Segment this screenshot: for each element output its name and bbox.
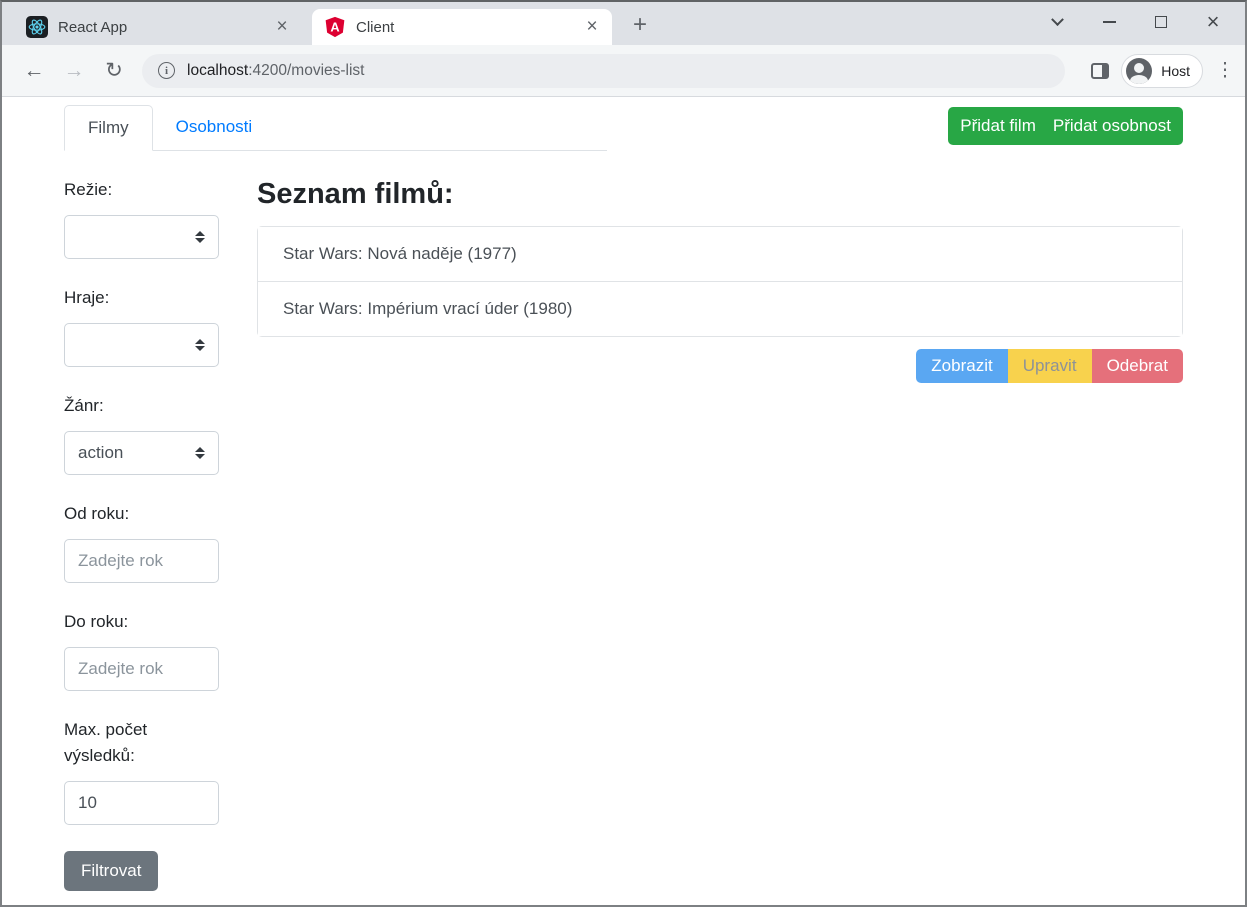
- genre-select[interactable]: action: [64, 431, 219, 475]
- add-film-button[interactable]: Přidat film: [960, 116, 1036, 136]
- genre-select-value: action: [78, 443, 123, 463]
- browser-window: React App × A Client × + × ← → ↻ i local…: [0, 0, 1247, 907]
- movie-list-item[interactable]: Star Wars: Nová naděje (1977): [258, 227, 1182, 282]
- year-to-input[interactable]: [64, 647, 219, 691]
- tab-osobnosti[interactable]: Osobnosti: [153, 105, 276, 150]
- filter-button[interactable]: Filtrovat: [64, 851, 158, 891]
- back-icon[interactable]: ←: [16, 53, 52, 89]
- remove-button[interactable]: Odebrat: [1092, 349, 1183, 383]
- url-path: :4200/movies-list: [248, 62, 364, 79]
- forward-icon: →: [56, 53, 92, 89]
- view-button[interactable]: Zobrazit: [916, 349, 1007, 383]
- year-to-label: Do roku:: [64, 609, 219, 635]
- profile-name: Host: [1161, 63, 1190, 79]
- tab-search-chevron-icon[interactable]: [1031, 6, 1083, 38]
- movie-list-item[interactable]: Star Wars: Impérium vrací úder (1980): [258, 282, 1182, 336]
- address-bar[interactable]: i localhost:4200/movies-list: [142, 54, 1065, 88]
- browser-tab-strip: React App × A Client × + ×: [2, 2, 1245, 45]
- angular-icon: A: [324, 16, 346, 38]
- director-select[interactable]: [64, 215, 219, 259]
- max-results-input[interactable]: [64, 781, 219, 825]
- page-content: Filmy Osobnosti Přidat film Přidat osobn…: [2, 97, 1245, 905]
- side-panel-icon[interactable]: [1091, 63, 1109, 79]
- profile-avatar-icon: [1126, 58, 1152, 84]
- page-title: Seznam filmů:: [257, 177, 1183, 211]
- filter-sidebar: Režie: Hraje: Žánr: action Od roku:: [64, 177, 219, 891]
- profile-chip[interactable]: Host: [1121, 54, 1203, 88]
- genre-label: Žánr:: [64, 393, 219, 419]
- close-window-button[interactable]: ×: [1187, 6, 1239, 38]
- minimize-button[interactable]: [1083, 6, 1135, 38]
- app-nav-tabs: Filmy Osobnosti: [64, 105, 607, 151]
- browser-toolbar: ← → ↻ i localhost:4200/movies-list Host …: [2, 45, 1245, 97]
- browser-tab-client[interactable]: A Client ×: [312, 9, 612, 45]
- director-label: Režie:: [64, 177, 219, 203]
- select-arrows-icon: [195, 339, 205, 351]
- react-icon: [26, 16, 48, 38]
- url-text[interactable]: localhost:4200/movies-list: [187, 62, 364, 80]
- site-info-icon[interactable]: i: [158, 62, 175, 79]
- browser-menu-icon[interactable]: ⋮: [1215, 59, 1235, 82]
- tab-title: Client: [356, 19, 582, 36]
- add-actions-block: Přidat film Přidat osobnost: [948, 107, 1183, 145]
- tab-title: React App: [58, 19, 272, 36]
- browser-tab-react-app[interactable]: React App ×: [14, 9, 302, 45]
- url-host: localhost: [187, 62, 248, 79]
- svg-text:A: A: [330, 20, 339, 35]
- movie-list: Star Wars: Nová naděje (1977) Star Wars:…: [257, 226, 1183, 337]
- year-from-input[interactable]: [64, 539, 219, 583]
- movie-item-actions: Zobrazit Upravit Odebrat: [257, 349, 1183, 383]
- edit-button[interactable]: Upravit: [1008, 349, 1092, 383]
- select-arrows-icon: [195, 231, 205, 243]
- movie-list-section: Seznam filmů: Star Wars: Nová naděje (19…: [257, 177, 1183, 891]
- actor-label: Hraje:: [64, 285, 219, 311]
- maximize-button[interactable]: [1135, 6, 1187, 38]
- year-from-label: Od roku:: [64, 501, 219, 527]
- add-person-button[interactable]: Přidat osobnost: [1053, 116, 1171, 136]
- window-controls: ×: [1031, 6, 1239, 38]
- reload-icon[interactable]: ↻: [96, 53, 132, 89]
- select-arrows-icon: [195, 447, 205, 459]
- new-tab-button[interactable]: +: [626, 11, 654, 39]
- max-results-label: Max. počet výsledků:: [64, 717, 219, 769]
- actor-select[interactable]: [64, 323, 219, 367]
- tab-close-icon[interactable]: ×: [582, 17, 602, 37]
- tab-close-icon[interactable]: ×: [272, 17, 292, 37]
- tab-filmy[interactable]: Filmy: [64, 105, 153, 151]
